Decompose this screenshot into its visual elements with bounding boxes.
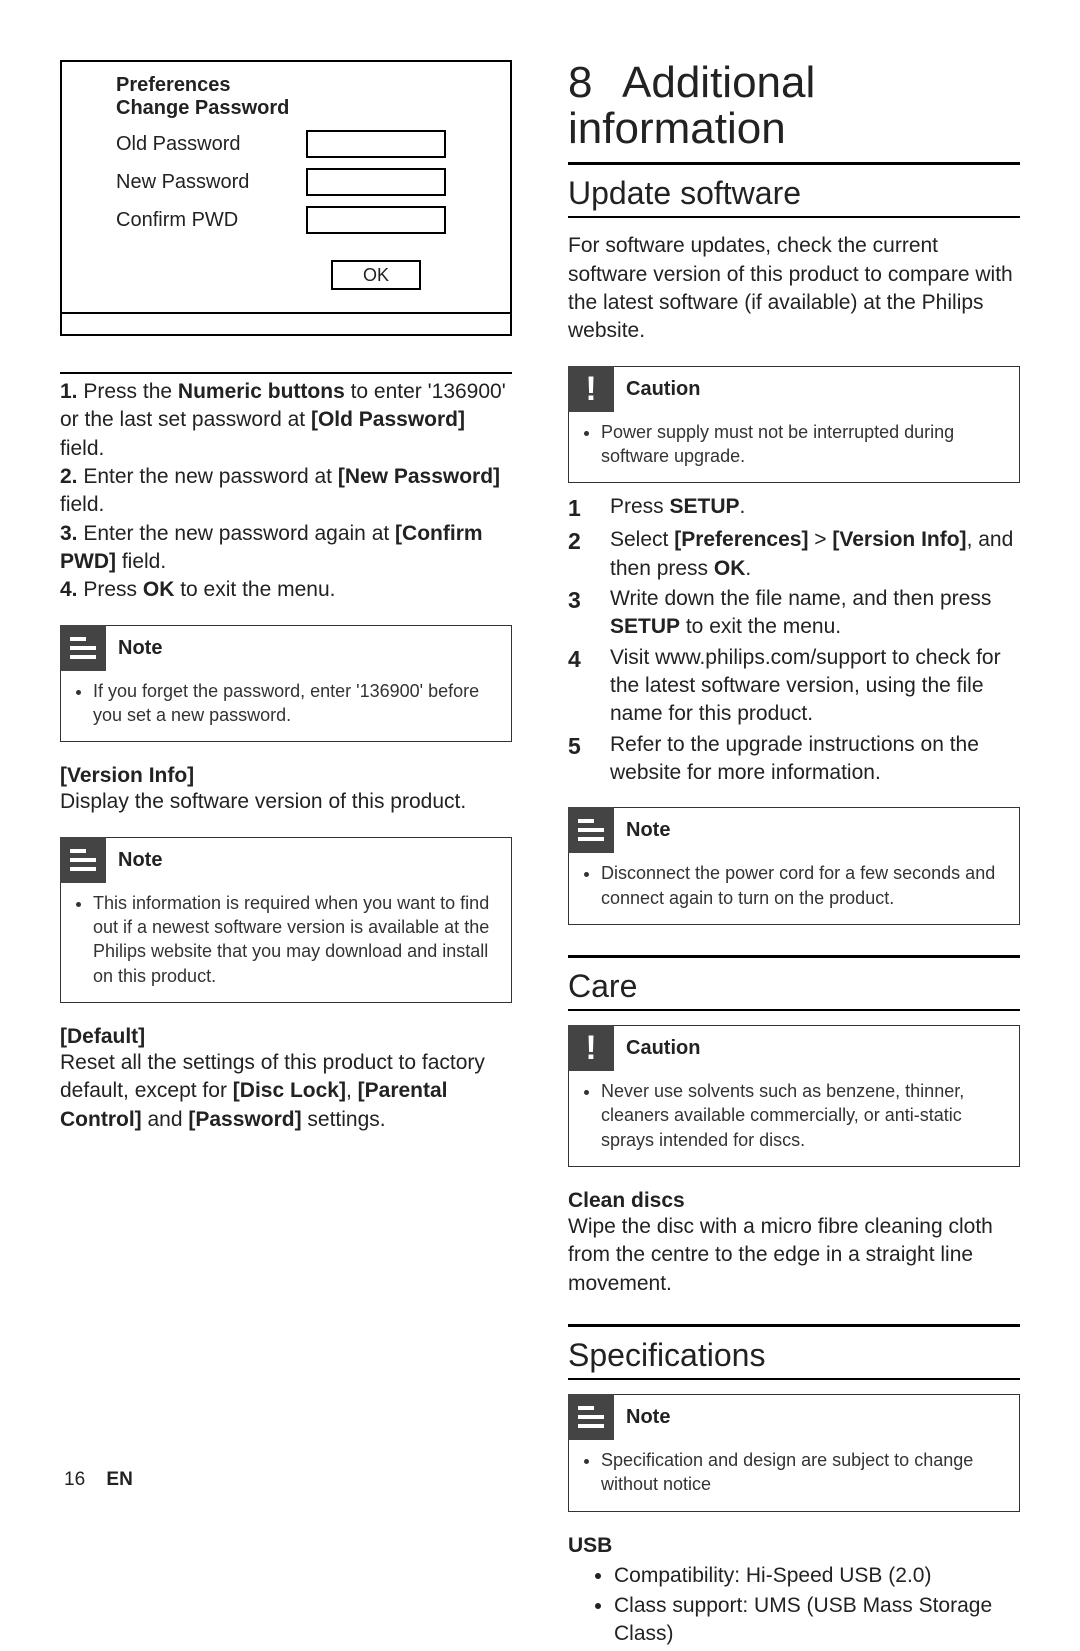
version-info-text: Display the software version of this pro… xyxy=(60,788,512,816)
preferences-dialog: Preferences Change Password Old Password… xyxy=(60,60,512,336)
clean-discs-label: Clean discs xyxy=(568,1189,1020,1213)
note-title: Note xyxy=(118,849,162,872)
note-title: Note xyxy=(118,637,162,660)
pref-tab-bar xyxy=(62,312,510,334)
caution-title: Caution xyxy=(626,1037,700,1060)
note-icon xyxy=(568,807,614,853)
note-title: Note xyxy=(626,1406,670,1429)
old-password-input[interactable] xyxy=(306,130,446,158)
ok-button[interactable]: OK xyxy=(331,260,421,290)
usb-spec-list: Compatibility: Hi-Speed USB (2.0) Class … xyxy=(568,1562,1020,1649)
confirm-pwd-input[interactable] xyxy=(306,206,446,234)
note-icon xyxy=(60,625,106,671)
note-body: Specification and design are subject to … xyxy=(601,1448,1005,1497)
update-software-text: For software updates, check the current … xyxy=(568,232,1020,345)
note-body: Disconnect the power cord for a few seco… xyxy=(601,861,1005,910)
specifications-heading: Specifications xyxy=(568,1337,1020,1374)
note-box-2: Note This information is required when y… xyxy=(60,837,512,1003)
clean-discs-text: Wipe the disc with a micro fibre cleanin… xyxy=(568,1213,1020,1298)
version-info-label: [Version Info] xyxy=(60,764,512,788)
note-box-1: Note If you forget the password, enter '… xyxy=(60,625,512,743)
update-steps: Press SETUP. Select [Preferences] > [Ver… xyxy=(568,493,1020,787)
update-software-heading: Update software xyxy=(568,175,1020,212)
page-language: EN xyxy=(106,1469,132,1490)
caution-box-2: ! Caution Never use solvents such as ben… xyxy=(568,1025,1020,1167)
note-body: If you forget the password, enter '13690… xyxy=(93,679,497,728)
caution-icon: ! xyxy=(568,366,614,412)
caution-body: Power supply must not be interrupted dur… xyxy=(601,420,1005,469)
old-password-label: Old Password xyxy=(116,133,306,156)
new-password-label: New Password xyxy=(116,171,306,194)
confirm-pwd-label: Confirm PWD xyxy=(116,209,306,232)
new-password-input[interactable] xyxy=(306,168,446,196)
caution-body: Never use solvents such as benzene, thin… xyxy=(601,1079,1005,1152)
note-icon xyxy=(568,1394,614,1440)
pref-title-2: Change Password xyxy=(116,97,492,120)
caution-box-1: ! Caution Power supply must not be inter… xyxy=(568,366,1020,484)
caution-icon: ! xyxy=(568,1025,614,1071)
usb-label: USB xyxy=(568,1534,1020,1558)
instructions-list: 1. Press the Numeric buttons to enter '1… xyxy=(60,378,512,605)
pref-title-1: Preferences xyxy=(116,74,492,97)
caution-title: Caution xyxy=(626,378,700,401)
care-heading: Care xyxy=(568,968,1020,1005)
note-title: Note xyxy=(626,819,670,842)
note-box-4: Note Specification and design are subjec… xyxy=(568,1394,1020,1512)
page-footer: 16 EN xyxy=(64,1469,133,1491)
chapter-heading: 8Additional information xyxy=(568,60,1020,156)
note-box-3: Note Disconnect the power cord for a few… xyxy=(568,807,1020,925)
page-number: 16 xyxy=(64,1469,85,1490)
note-body: This information is required when you wa… xyxy=(93,891,497,988)
default-text: Reset all the settings of this product t… xyxy=(60,1049,512,1134)
note-icon xyxy=(60,837,106,883)
default-label: [Default] xyxy=(60,1025,512,1049)
